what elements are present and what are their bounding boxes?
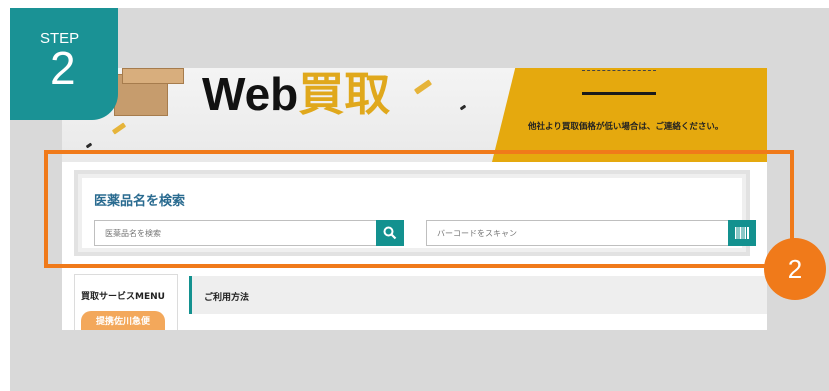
sagawa-partner-button[interactable]: 提携佐川急便 [81, 311, 165, 330]
confetti-decoration [459, 104, 467, 111]
sidebar-title: 買取サービスMENU [81, 292, 165, 302]
banner-title-kaitori: 買取 [298, 68, 391, 120]
step-badge: STEP 2 [10, 8, 118, 120]
banner-title: Web買取 [202, 68, 390, 120]
step-number: 2 [50, 42, 76, 94]
banner-title-web: Web [202, 68, 299, 120]
callout-number-badge: 2 [764, 238, 826, 300]
web-kaitori-banner: Web買取 他社より買取価格が低い場合は、ご連絡ください。 [62, 68, 767, 162]
confetti-decoration [413, 79, 433, 95]
banner-note: 他社より買取価格が低い場合は、ご連絡ください。 [528, 122, 724, 132]
banner-rule [582, 92, 656, 95]
how-to-use-heading: ご利用方法 [204, 293, 250, 303]
banner-cropped-text [582, 68, 656, 71]
confetti-decoration [85, 142, 93, 149]
confetti-decoration [111, 122, 127, 135]
search-area-highlight [44, 150, 794, 268]
cardboard-box-lid-icon [122, 68, 184, 84]
banner-yellow-panel [492, 68, 767, 162]
how-to-use-section: ご利用方法 [189, 276, 767, 314]
service-menu-sidebar: 買取サービスMENU 提携佐川急便 [74, 274, 178, 330]
